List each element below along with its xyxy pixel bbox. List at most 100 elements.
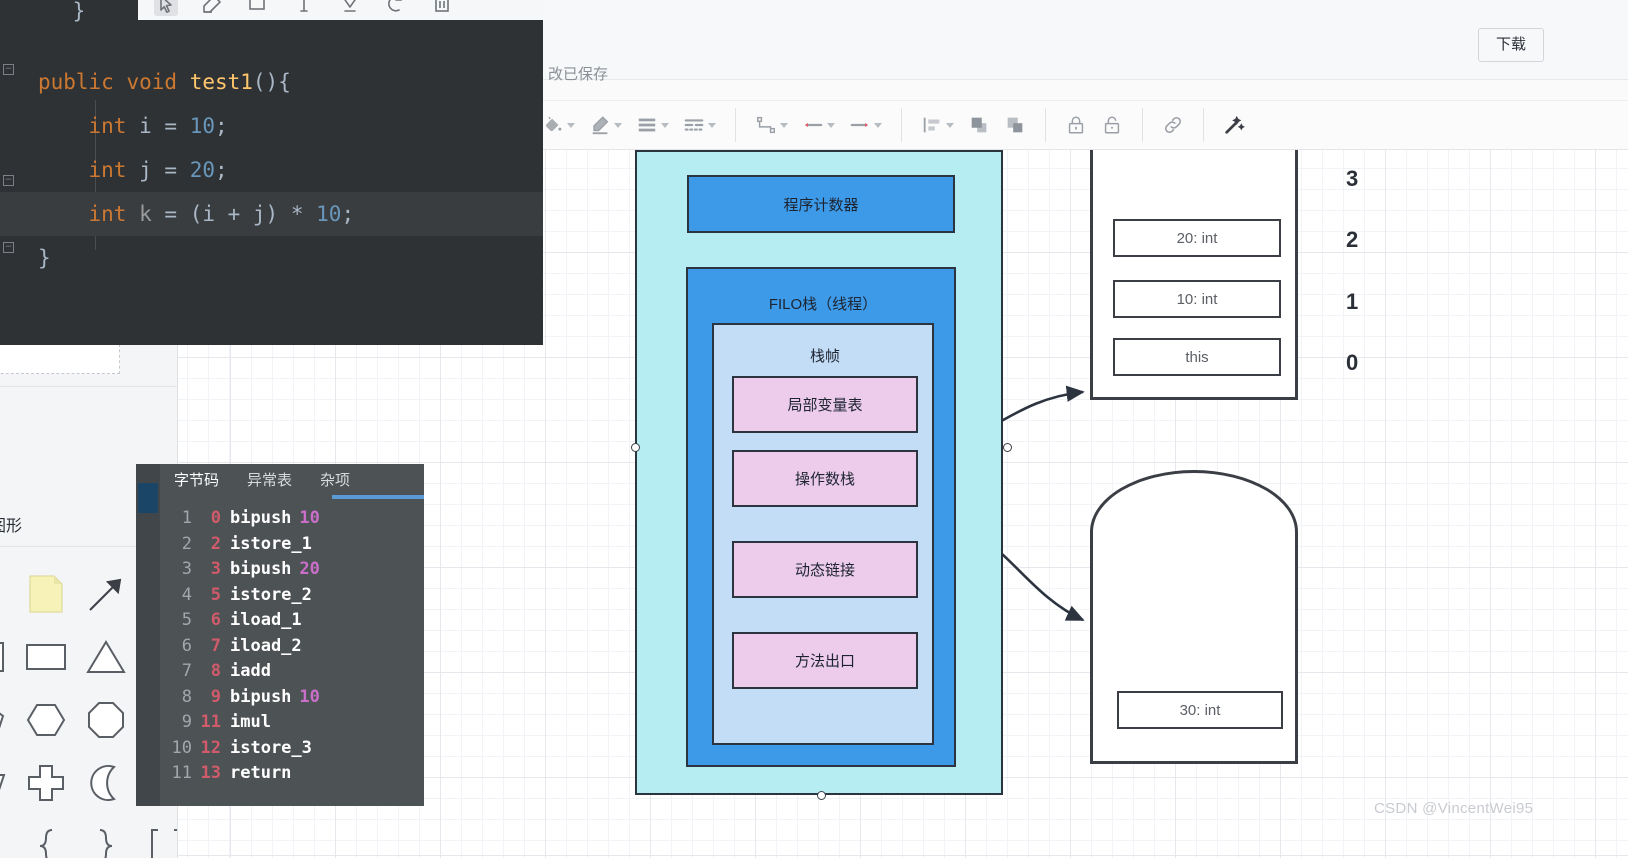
code-editor-overlay[interactable]: − − − } public void test1(){ int i = 10;… — [0, 0, 543, 345]
link-icon — [1162, 114, 1184, 136]
selection-handle-right[interactable] — [1003, 443, 1012, 452]
sidebar-section-title: 基础图形 — [0, 518, 23, 535]
download-button[interactable]: 下载 — [1478, 28, 1544, 62]
bytecode-instruction-row[interactable]: 5 6 iload_1 — [160, 608, 424, 634]
toolbar-group-arrange — [908, 108, 1039, 142]
selection-handle-bottom[interactable] — [817, 791, 826, 800]
bytecode-instruction-row[interactable]: 1 0 bipush 10 — [160, 506, 424, 532]
shape-item-brace-right[interactable] — [76, 814, 136, 858]
toolbar-group-style — [529, 108, 729, 142]
chevron-down-icon[interactable] — [874, 122, 882, 128]
slot-method-return[interactable]: 方法出口 — [732, 632, 918, 689]
send-to-back-button[interactable] — [997, 114, 1033, 136]
operand-stack-row-0[interactable]: 30: int — [1117, 691, 1283, 729]
lvt-row-0[interactable]: this — [1113, 338, 1281, 376]
bytecode-instruction-row[interactable]: 7 8 iadd — [160, 659, 424, 685]
bytecode-tab-active[interactable]: 字节码 — [160, 464, 233, 498]
bytecode-instruction-row[interactable]: 11 13 return — [160, 761, 424, 787]
bytecode-instruction-row[interactable]: 3 3 bipush 20 — [160, 557, 424, 583]
chevron-down-icon[interactable] — [780, 122, 788, 128]
slot-local-variable-table[interactable]: 局部变量表 — [732, 376, 918, 433]
bytecode-offset: 7 — [210, 635, 221, 656]
operand-stack-box[interactable]: 30: int — [1090, 470, 1298, 764]
chevron-down-icon[interactable] — [708, 122, 716, 128]
code-line[interactable]: int j = 20; — [0, 148, 543, 192]
stroke-color-button[interactable] — [582, 114, 629, 136]
bytecode-panel[interactable]: 字节码 异常表 杂项 1 0 bipush 10 2 2 istore_1 3 3 bipush 20 4… — [136, 464, 424, 806]
line-end-arrow-icon — [849, 114, 871, 136]
local-variable-table-box[interactable]: 20: int 10: int this — [1090, 150, 1298, 400]
sidebar-search-placeholder-box[interactable] — [0, 344, 120, 374]
shape-item-triangle[interactable] — [76, 625, 136, 688]
shape-item-hexagon[interactable] — [16, 688, 76, 751]
shape-item-note[interactable] — [16, 562, 76, 625]
bytecode-tab-bar[interactable]: 字节码 异常表 杂项 — [160, 464, 424, 498]
slot-operand-stack[interactable]: 操作数栈 — [732, 450, 918, 507]
toolbar-divider — [735, 108, 736, 142]
bytecode-opcode: bipush — [230, 559, 292, 579]
align-objects-icon — [921, 114, 943, 136]
bytecode-instruction-row[interactable]: 6 7 iload_2 — [160, 634, 424, 660]
line-weight-button[interactable] — [629, 114, 676, 136]
lvt-row-2[interactable]: 20: int — [1113, 219, 1281, 257]
shape-item-pentagon[interactable] — [0, 688, 16, 751]
bytecode-tab-inactive[interactable]: 杂项 — [306, 464, 364, 498]
bytecode-opcode: iload_1 — [230, 610, 302, 630]
chevron-down-icon[interactable] — [567, 122, 575, 128]
chevron-down-icon[interactable] — [827, 122, 835, 128]
lvt-index-1: 1 — [1346, 289, 1359, 314]
shape-item-trapezoid[interactable] — [0, 751, 16, 814]
bytecode-instruction-row[interactable]: 4 5 istore_2 — [160, 583, 424, 609]
shape-item-rectangle[interactable] — [16, 625, 76, 688]
link-button[interactable] — [1155, 114, 1191, 136]
bytecode-instruction-row[interactable]: 9 11 imul — [160, 710, 424, 736]
filo-stack-box[interactable]: FILO栈（线程） 栈帧 局部变量表 操作数栈 动态链接 方法出口 — [686, 267, 956, 767]
bytecode-line-number: 7 — [181, 661, 192, 681]
bytecode-offset: 12 — [200, 737, 221, 758]
lock-button[interactable] — [1058, 114, 1094, 136]
slot-dynamic-linking[interactable]: 动态链接 — [732, 541, 918, 598]
stack-frame-box[interactable]: 栈帧 局部变量表 操作数栈 动态链接 方法出口 — [712, 323, 934, 745]
align-objects-button[interactable] — [914, 114, 961, 136]
shape-item-half-circle[interactable] — [0, 814, 16, 858]
shape-item-bracket[interactable] — [136, 814, 177, 858]
shape-item-octagon[interactable] — [76, 688, 136, 751]
shape-item-cross[interactable] — [16, 751, 76, 814]
editor-partial-top-line: } — [22, 0, 86, 23]
bytecode-offset: 9 — [210, 686, 221, 707]
slot-label: 动态链接 — [794, 562, 855, 579]
unlock-button[interactable] — [1094, 114, 1130, 136]
code-line[interactable]: public void test1(){ — [0, 60, 543, 104]
chevron-down-icon[interactable] — [614, 122, 622, 128]
selection-handle-left[interactable] — [631, 443, 640, 452]
line-start-arrow-button[interactable] — [795, 114, 842, 136]
bytecode-instruction-row[interactable]: 10 12 istore_3 — [160, 736, 424, 762]
code-line[interactable]: } — [0, 236, 543, 280]
bytecode-tab-inactive[interactable]: 异常表 — [233, 464, 306, 498]
line-dash-button[interactable] — [676, 114, 723, 136]
bytecode-line-number: 9 — [181, 712, 192, 732]
code-line[interactable]: int i = 10; — [0, 104, 543, 148]
code-token: k — [139, 202, 152, 226]
shape-item-square[interactable] — [0, 625, 16, 688]
connector-route-button[interactable] — [748, 114, 795, 136]
bytecode-instruction-list[interactable]: 1 0 bipush 10 2 2 istore_1 3 3 bipush 20 4 5 istore_2… — [160, 506, 424, 806]
code-line[interactable]: int k = (i + j) * 10; — [0, 192, 543, 236]
shape-item-sticky-note[interactable] — [0, 562, 16, 625]
shape-item-moon[interactable] — [76, 751, 136, 814]
program-counter-box[interactable]: 程序计数器 — [687, 175, 955, 233]
line-end-arrow-button[interactable] — [842, 114, 889, 136]
lvt-row-1[interactable]: 10: int — [1113, 280, 1281, 318]
chevron-down-icon[interactable] — [661, 122, 669, 128]
bytecode-instruction-row[interactable]: 8 9 bipush 10 — [160, 685, 424, 711]
lvt-index-3: 3 — [1346, 166, 1359, 191]
bytecode-instruction-row[interactable]: 2 2 istore_1 — [160, 532, 424, 558]
code-token: 10 — [189, 114, 215, 138]
bring-to-front-button[interactable] — [961, 114, 997, 136]
bytecode-line-number: 4 — [181, 584, 192, 605]
shape-item-arrow[interactable] — [76, 562, 136, 625]
toolbar-divider — [1142, 108, 1143, 142]
shape-item-brace-left[interactable] — [16, 814, 76, 858]
chevron-down-icon[interactable] — [946, 122, 954, 128]
magic-wand-button[interactable] — [1216, 114, 1252, 136]
